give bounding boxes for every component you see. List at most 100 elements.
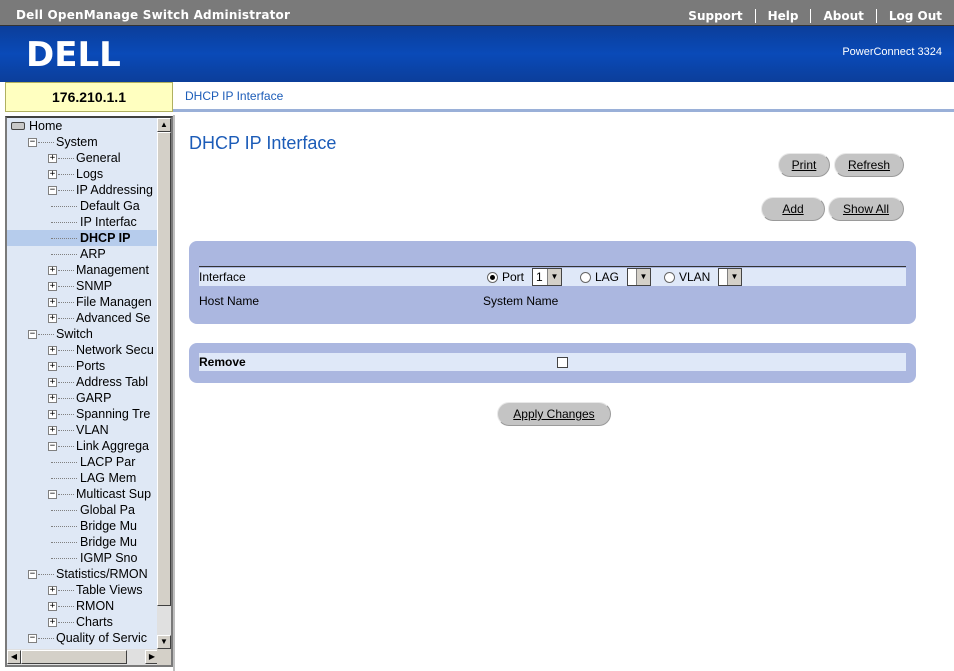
tree-item-label: Multicast Sup <box>76 487 152 501</box>
h-scroll-thumb[interactable] <box>21 650 127 664</box>
tree-item[interactable]: + RMON <box>7 598 159 614</box>
tree-item[interactable]: + Logs <box>7 166 159 182</box>
tree-connector <box>58 382 74 383</box>
support-link[interactable]: Support <box>676 9 754 23</box>
expand-icon[interactable]: + <box>48 346 57 355</box>
expand-icon[interactable]: + <box>48 266 57 275</box>
tree-item[interactable]: − Link Aggrega <box>7 438 159 454</box>
tree-item[interactable]: − Quality of Servic <box>7 630 159 646</box>
tree-item[interactable]: LAG Mem <box>7 470 159 486</box>
remove-label: Remove <box>199 355 246 369</box>
lag-radio[interactable] <box>580 272 591 283</box>
vlan-radio[interactable] <box>664 272 675 283</box>
tree-item-label: LAG Mem <box>80 471 137 485</box>
refresh-button[interactable]: Refresh <box>834 153 904 177</box>
tree-item[interactable]: − Statistics/RMON <box>7 566 159 582</box>
scroll-left-arrow-icon[interactable]: ◀ <box>7 650 21 664</box>
expand-icon[interactable]: + <box>48 170 57 179</box>
log-out-link[interactable]: Log Out <box>875 9 954 23</box>
vlan-select[interactable]: ▼ <box>718 268 742 286</box>
expand-icon[interactable]: + <box>48 618 57 627</box>
tree-item[interactable]: IGMP Sno <box>7 550 159 566</box>
expand-icon[interactable]: + <box>48 298 57 307</box>
expand-icon[interactable]: + <box>48 426 57 435</box>
collapse-icon[interactable]: − <box>28 634 37 643</box>
add-button[interactable]: Add <box>761 197 825 221</box>
collapse-icon[interactable]: − <box>28 330 37 339</box>
expand-icon[interactable]: + <box>48 602 57 611</box>
top-links: Support Help About Log Out <box>676 0 954 26</box>
port-select[interactable]: 1 ▼ <box>532 268 562 286</box>
tree-item[interactable]: + Management <box>7 262 159 278</box>
tree-item[interactable]: + GARP <box>7 390 159 406</box>
tree-item[interactable]: Home <box>7 118 159 134</box>
port-radio[interactable] <box>487 272 498 283</box>
tree-item[interactable]: + Table Views <box>7 582 159 598</box>
tree-item[interactable]: + Advanced Se <box>7 310 159 326</box>
expand-icon[interactable]: + <box>48 314 57 323</box>
show-all-button[interactable]: Show All <box>828 197 904 221</box>
apply-changes-button[interactable]: Apply Changes <box>497 402 611 426</box>
tree-item[interactable]: + VLAN <box>7 422 159 438</box>
tree-item-label: System <box>56 135 98 149</box>
expand-icon[interactable]: + <box>48 362 57 371</box>
tree-item[interactable]: Global Pa <box>7 502 159 518</box>
tree-connector <box>58 606 74 607</box>
chevron-down-icon: ▼ <box>636 269 650 285</box>
tree-item[interactable]: + Network Secu <box>7 342 159 358</box>
tree-connector <box>51 558 77 559</box>
tree-connector <box>51 526 77 527</box>
help-link[interactable]: Help <box>754 9 811 23</box>
chevron-down-icon: ▼ <box>547 269 561 285</box>
tree-item[interactable]: − Multicast Sup <box>7 486 159 502</box>
tree-item[interactable]: + Ports <box>7 358 159 374</box>
tree-item[interactable]: Default Ga <box>7 198 159 214</box>
collapse-icon[interactable]: − <box>48 442 57 451</box>
tree-item[interactable]: DHCP IP <box>7 230 159 246</box>
tree-vertical-scrollbar[interactable]: ▲ ▼ <box>157 118 171 649</box>
tree-item[interactable]: ARP <box>7 246 159 262</box>
scroll-down-arrow-icon[interactable]: ▼ <box>157 635 171 649</box>
tree-item[interactable]: IP Interfac <box>7 214 159 230</box>
print-button[interactable]: Print <box>778 153 830 177</box>
collapse-icon[interactable]: − <box>48 186 57 195</box>
port-label: Port <box>502 270 525 284</box>
tree-horizontal-scrollbar[interactable]: ◀ ▶ <box>7 649 159 665</box>
tree-connector <box>58 414 74 415</box>
tree-item[interactable]: + SNMP <box>7 278 159 294</box>
tree-item[interactable]: Bridge Mu <box>7 534 159 550</box>
tree-item[interactable]: + File Managen <box>7 294 159 310</box>
expand-icon[interactable]: + <box>48 394 57 403</box>
top-bar: Dell OpenManage Switch Administrator Sup… <box>0 0 954 26</box>
expand-icon[interactable]: + <box>48 378 57 387</box>
tree-item-label: RMON <box>76 599 115 613</box>
tree-item[interactable]: LACP Par <box>7 454 159 470</box>
expand-icon[interactable]: + <box>48 410 57 419</box>
app-title: Dell OpenManage Switch Administrator <box>16 8 291 22</box>
dell-logo-text: DELL <box>26 36 121 72</box>
collapse-icon[interactable]: − <box>28 138 37 147</box>
remove-panel: Remove <box>189 343 916 383</box>
lag-select[interactable]: ▼ <box>627 268 651 286</box>
navigation-tree: Home − System + General + Logs − IP Addressing De… <box>5 116 173 667</box>
remove-checkbox[interactable] <box>557 357 568 368</box>
tree-item[interactable]: − System <box>7 134 159 150</box>
tree-item-label: Bridge Mu <box>80 535 137 549</box>
about-link[interactable]: About <box>810 9 875 23</box>
scroll-thumb[interactable] <box>157 132 171 606</box>
tree-item[interactable]: + Address Tabl <box>7 374 159 390</box>
collapse-icon[interactable]: − <box>48 490 57 499</box>
tree-item[interactable]: + General <box>7 150 159 166</box>
tree-connector <box>51 542 77 543</box>
expand-icon[interactable]: + <box>48 282 57 291</box>
tree-item[interactable]: + Charts <box>7 614 159 630</box>
tree-item[interactable]: Bridge Mu <box>7 518 159 534</box>
collapse-icon[interactable]: − <box>28 570 37 579</box>
scroll-up-arrow-icon[interactable]: ▲ <box>157 118 171 132</box>
tree-item[interactable]: + Spanning Tre <box>7 406 159 422</box>
expand-icon[interactable]: + <box>48 586 57 595</box>
tree-item[interactable]: − IP Addressing <box>7 182 159 198</box>
interface-row: Interface Port 1 ▼ LAG ▼ VLAN ▼ <box>199 268 906 286</box>
tree-item[interactable]: − Switch <box>7 326 159 342</box>
expand-icon[interactable]: + <box>48 154 57 163</box>
